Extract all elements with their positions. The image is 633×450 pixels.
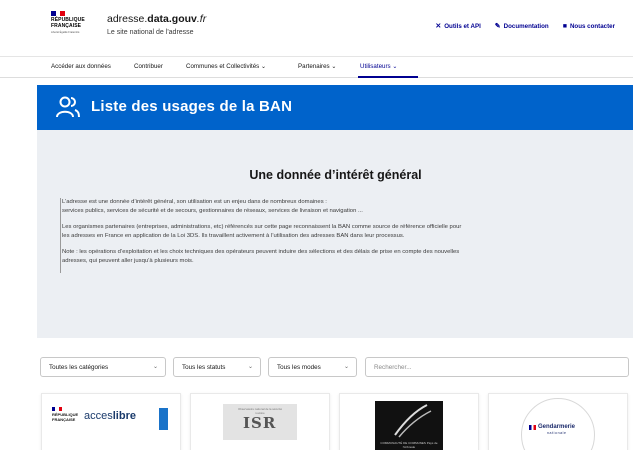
- intro-paragraph-2: Les organismes partenaires (entreprises,…: [62, 223, 620, 241]
- header-tools: ✕ Outils et API ✎ Documentation ■ Nous c…: [435, 22, 615, 31]
- republique-francaise-logo: RÉPUBLIQUE FRANÇAISE: [52, 407, 78, 422]
- mode-filter-select[interactable]: Tous les modes ⌄: [268, 357, 357, 377]
- contact-link[interactable]: ■ Nous contacter: [563, 22, 615, 30]
- swirl-icon: [394, 404, 432, 438]
- usage-card-gendarmerie[interactable]: Gendarmerie nationale: [488, 393, 628, 450]
- acces-libre-logo: acceslibre: [84, 410, 136, 422]
- intro-p1-line2: services publics, services de sécurité e…: [62, 208, 363, 214]
- chevron-down-icon: ⌄: [152, 364, 158, 370]
- documentation-link-label: Documentation: [503, 22, 549, 30]
- documentation-link[interactable]: ✎ Documentation: [494, 22, 549, 31]
- pays-arbresle-caption: COMMUNAUTÉ DE COMMUNES Pays de l'Arbresl…: [380, 441, 438, 449]
- site-title-prefix: adresse.: [107, 13, 148, 25]
- mode-filter-value: Tous les modes: [277, 363, 321, 371]
- isr-logo: Observatoire national de la sécurité rou…: [223, 404, 297, 440]
- tools-icon: ✕: [435, 23, 442, 30]
- intro-title: Une donnée d’intérêt général: [249, 168, 422, 182]
- message-icon: ■: [562, 22, 567, 30]
- intro-p3-line2: adresses, qui peuvent aller jusqu’à plus…: [62, 258, 194, 264]
- intro-paragraph-3: Note : les opérations d’exploitation et …: [62, 248, 620, 266]
- category-filter-value: Toutes les catégories: [49, 363, 109, 371]
- acces-libre-door-icon: [159, 408, 168, 430]
- nav-item-partenaires[interactable]: Partenaires ⌄: [298, 63, 337, 70]
- nav-item-acceder-donnees[interactable]: Accéder aux données: [51, 63, 111, 70]
- tools-link-label: Outils et API: [444, 22, 481, 30]
- site-header: RÉPUBLIQUE FRANÇAISE Liberté Égalité Fra…: [0, 0, 633, 56]
- acces-libre-name-bold: libre: [112, 410, 136, 422]
- pen-icon: ✎: [494, 23, 501, 30]
- tools-link[interactable]: ✕ Outils et API: [435, 22, 481, 31]
- acces-libre-name: acces: [84, 410, 113, 422]
- intro-paragraph-1: L’adresse est une donnée d’intérêt génér…: [62, 198, 620, 216]
- isr-name: ISR: [243, 414, 277, 432]
- intro-p1-line1: L’adresse est une donnée d’intérêt génér…: [62, 199, 327, 205]
- active-nav-indicator: [358, 76, 418, 78]
- nav-item-communes[interactable]: Communes et Collectivités ⌄: [186, 63, 266, 70]
- intro-p2-line1: Les organismes partenaires (entreprises,…: [62, 224, 462, 230]
- status-filter-value: Tous les statuts: [182, 363, 226, 371]
- rf-line2: FRANÇAISE: [51, 22, 82, 29]
- category-filter-select[interactable]: Toutes les catégories ⌄: [40, 357, 166, 377]
- rf-motto: Liberté Égalité Fraternité: [51, 31, 80, 34]
- users-icon: [56, 96, 80, 118]
- site-title-bold: data.gouv: [147, 13, 197, 25]
- usage-card-pays-arbresle[interactable]: COMMUNAUTÉ DE COMMUNES Pays de l'Arbresl…: [339, 393, 479, 450]
- flag-icon: [529, 425, 536, 430]
- nav-item-utilisateurs[interactable]: Utilisateurs ⌄: [360, 63, 398, 70]
- marianne-flag-icon: [51, 11, 66, 16]
- page-title: Liste des usages de la BAN: [91, 98, 293, 115]
- site-title[interactable]: adresse.data.gouv.fr: [107, 13, 206, 25]
- site-tagline: Le site national de l'adresse: [107, 29, 194, 36]
- chevron-down-icon: ⌄: [343, 364, 349, 370]
- intro-p2-line2: les adresses en France en application de…: [62, 233, 405, 239]
- usage-card-acces-libre[interactable]: RÉPUBLIQUE FRANÇAISE acceslibre: [41, 393, 181, 450]
- republique-francaise-logo[interactable]: RÉPUBLIQUE FRANÇAISE Liberté Égalité Fra…: [51, 11, 93, 34]
- search-input[interactable]: Rechercher...: [365, 357, 629, 377]
- chevron-down-icon: ⌄: [247, 364, 253, 370]
- intro-text: L’adresse est une donnée d’intérêt génér…: [60, 198, 620, 273]
- status-filter-select[interactable]: Tous les statuts ⌄: [173, 357, 261, 377]
- marianne-flag-icon: [52, 407, 62, 411]
- pays-arbresle-logo: COMMUNAUTÉ DE COMMUNES Pays de l'Arbresl…: [375, 401, 443, 450]
- intro-section: Une donnée d’intérêt général L’adresse e…: [37, 130, 633, 338]
- main-navigation: Accéder aux données Contribuer Communes …: [0, 56, 633, 78]
- usage-card-isr[interactable]: Observatoire national de la sécurité rou…: [190, 393, 330, 450]
- acces-rf-text: RÉPUBLIQUE FRANÇAISE: [52, 412, 79, 422]
- gendarmerie-sub: nationale: [547, 431, 567, 435]
- gendarmerie-name: Gendarmerie: [538, 424, 576, 430]
- intro-p3-line1: Note : les opérations d’exploitation et …: [62, 249, 460, 255]
- nav-item-contribuer[interactable]: Contribuer: [134, 63, 163, 70]
- site-title-suffix: .fr: [196, 13, 207, 25]
- page-banner: Liste des usages de la BAN: [37, 85, 633, 130]
- contact-link-label: Nous contacter: [569, 22, 615, 30]
